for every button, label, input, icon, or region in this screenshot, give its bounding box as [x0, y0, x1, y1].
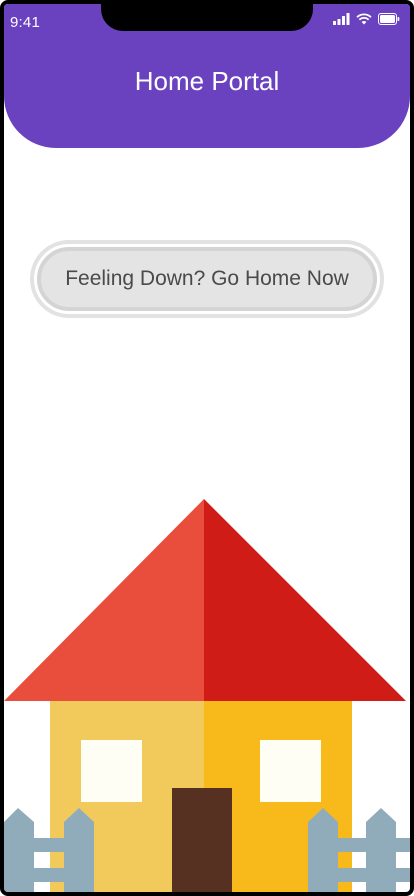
go-home-button[interactable]: Feeling Down? Go Home Now	[37, 247, 377, 311]
status-icons	[333, 12, 400, 30]
house-illustration	[4, 499, 410, 892]
battery-icon	[378, 12, 400, 30]
cellular-signal-icon	[333, 12, 350, 30]
device-notch	[101, 4, 313, 31]
go-home-button-wrapper: Feeling Down? Go Home Now	[30, 240, 384, 318]
fence-left	[4, 808, 94, 892]
house-window-left	[81, 740, 142, 802]
house-roof-left	[4, 499, 204, 701]
house-roof-right	[204, 499, 406, 701]
status-time: 9:41	[10, 14, 40, 31]
house-door	[172, 788, 232, 892]
wifi-icon	[356, 12, 372, 30]
page-title: Home Portal	[134, 66, 280, 96]
house-window-right	[260, 740, 321, 802]
fence-right	[308, 808, 410, 892]
phone-screen: 9:41 Home Portal Feeling Down? Go Home N…	[0, 0, 414, 896]
